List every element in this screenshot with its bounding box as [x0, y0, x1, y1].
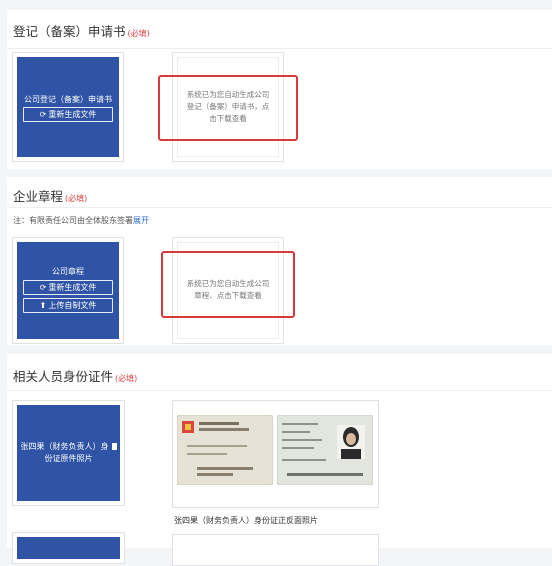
required-mark: (必填) — [115, 374, 138, 383]
card-body: 公司章程 ⟳ 重新生成文件 ⬆ 上传自制文件 — [17, 242, 119, 339]
id-card-back-image — [277, 415, 373, 485]
section-header: 登记（备案）申请书 (必填) — [7, 10, 552, 49]
regenerate-file-button[interactable]: ⟳ 重新生成文件 — [23, 107, 113, 122]
articles-section: 企业章程 (必填) 注：有限责任公司由全体股东签署展开 公司章程 ⟳ 重新生成文件 … — [7, 177, 552, 345]
card-body: 张四果（财务负责人）身 份证原件照片 — [17, 405, 120, 501]
section-title: 企业章程 (必填) — [13, 189, 88, 204]
upload-custom-file-button[interactable]: ⬆ 上传自制文件 — [23, 298, 113, 313]
refresh-icon: ⟳ — [39, 110, 47, 119]
required-mark: (必填) — [65, 194, 88, 203]
upload-icon: ⬆ — [39, 301, 47, 310]
refresh-icon: ⟳ — [39, 283, 47, 292]
expand-link[interactable]: 展开 — [133, 216, 149, 225]
registration-section: 登记（备案）申请书 (必填) 公司登记（备案）申请书 ⟳ 重新生成文件 系统已为您自… — [7, 10, 552, 169]
articles-card[interactable]: 公司章程 ⟳ 重新生成文件 ⬆ 上传自制文件 — [12, 237, 124, 344]
card-title: 公司登记（备案）申请书 — [24, 95, 112, 104]
next-id-card-photo[interactable] — [172, 534, 379, 566]
id-card-front-image — [177, 415, 273, 485]
section-header: 企业章程 (必填) — [7, 177, 552, 208]
card-edge-tab — [120, 437, 124, 465]
file-icon — [111, 443, 117, 450]
next-person-card[interactable] — [12, 532, 125, 564]
id-documents-section: 相关人员身份证件 (必填) 张四果（财务负责人）身 份证原件照片 张四果（财务负… — [7, 354, 552, 566]
card-title: 公司章程 — [52, 267, 84, 276]
highlight-box — [158, 75, 298, 141]
signature-note: 注：有限责任公司由全体股东签署展开 — [13, 216, 149, 225]
section-title: 相关人员身份证件 (必填) — [13, 369, 138, 384]
section-header: 相关人员身份证件 (必填) — [7, 354, 552, 391]
required-mark: (必填) — [127, 29, 150, 38]
highlight-box — [161, 251, 295, 318]
card-body: 公司登记（备案）申请书 ⟳ 重新生成文件 — [17, 57, 119, 157]
id-photo-caption: 张四果（财务负责人）身份证正反面照片 — [174, 516, 318, 525]
card-body — [17, 537, 120, 559]
registration-form-card[interactable]: 公司登记（备案）申请书 ⟳ 重新生成文件 — [12, 52, 124, 162]
id-card-photo[interactable] — [172, 400, 379, 508]
section-title: 登记（备案）申请书 (必填) — [13, 24, 150, 39]
card-title: 张四果（财务负责人）身 份证原件照片 — [17, 441, 120, 465]
id-photo-card[interactable]: 张四果（财务负责人）身 份证原件照片 — [12, 400, 125, 506]
regenerate-file-button[interactable]: ⟳ 重新生成文件 — [23, 280, 113, 295]
